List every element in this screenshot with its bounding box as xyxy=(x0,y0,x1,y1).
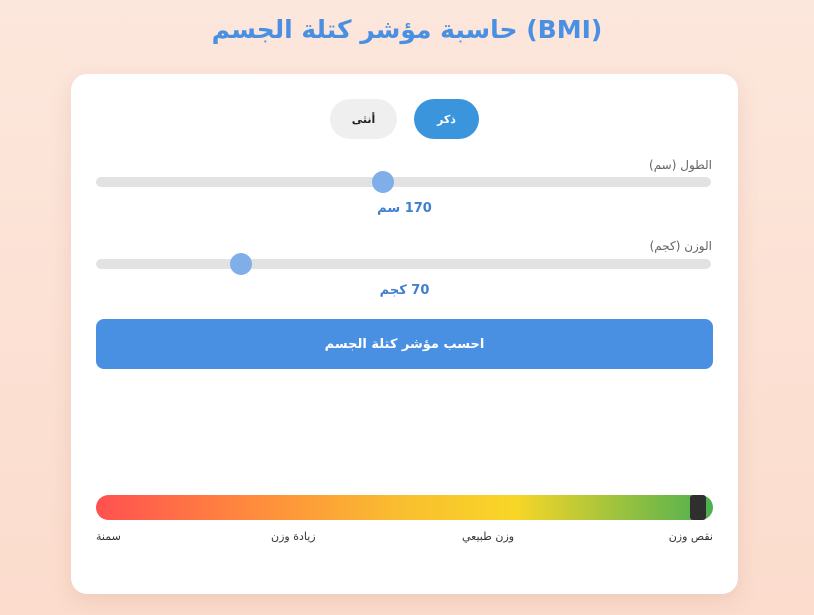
page-title: حاسبة مؤشر كتلة الجسم (BMI) xyxy=(211,15,603,44)
weight-value: 70 كجم xyxy=(379,283,430,298)
scale-label-overweight: زيادة وزن xyxy=(271,530,316,543)
height-slider[interactable] xyxy=(96,171,711,193)
bmi-scale-bar xyxy=(96,495,713,520)
scale-label-obese: سمنة xyxy=(96,530,121,543)
male-button[interactable]: ذكر xyxy=(414,99,479,139)
calculate-bmi-button[interactable]: احسب مؤشر كتلة الجسم xyxy=(96,319,713,369)
scale-label-underweight: نقص وزن xyxy=(668,530,713,543)
height-label: الطول (سم) xyxy=(649,158,712,172)
weight-label: الوزن (كجم) xyxy=(649,239,712,253)
scale-label-normal: وزن طبيعي xyxy=(462,530,515,543)
height-slider-thumb[interactable] xyxy=(372,171,394,193)
weight-slider-thumb[interactable] xyxy=(229,253,252,275)
bmi-card: ذكر أنثى الطول (سم) 170 سم الوزن (كجم) 7… xyxy=(71,74,738,594)
height-value: 170 سم xyxy=(377,201,432,216)
bmi-scale-marker xyxy=(690,495,707,520)
weight-slider[interactable] xyxy=(96,253,711,275)
female-button[interactable]: أنثى xyxy=(330,99,397,139)
